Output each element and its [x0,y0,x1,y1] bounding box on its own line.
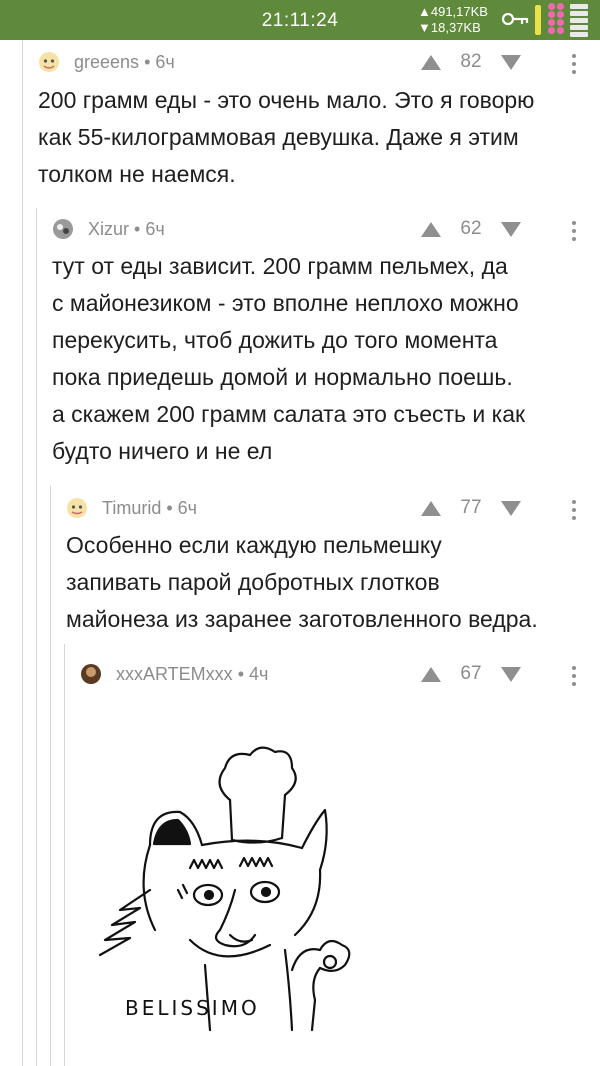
comment-header: Timurid • 6ч [66,494,197,522]
rating-score: 62 [460,218,482,239]
thread-line[interactable] [36,208,37,1066]
comment-text: Особенно если каждую пельмешку запивать … [66,532,538,632]
image-caption: BELISSIMO [125,996,260,1020]
downvote-icon[interactable] [501,500,521,516]
upload-speed: ▲491,17KB [418,4,488,19]
rating-score: 77 [460,497,482,518]
username[interactable]: Timurid [102,498,161,519]
thread-line[interactable] [64,644,65,1066]
upvote-icon[interactable] [421,54,441,70]
username[interactable]: Xizur [88,219,129,240]
battery-indicator-icon [535,5,541,35]
comment-header: Xizur • 6ч [52,215,165,243]
vote-controls: 62 [421,215,521,243]
comment-text: тут от еды зависит. 200 грамм пельмех, д… [52,253,526,464]
downvote-icon[interactable] [501,666,521,682]
vote-controls: 77 [421,494,521,522]
vote-controls: 67 [421,660,521,688]
downvote-icon[interactable] [501,54,521,70]
comment-time: • 6ч [144,51,175,72]
comment-text: 200 грамм еды - это очень мало. Это я го… [38,87,535,187]
more-options-icon[interactable] [572,500,576,520]
vote-controls: 82 [421,48,521,76]
comment-image[interactable]: BELISSIMO [80,740,440,1040]
avatar[interactable] [66,497,88,519]
network-speed: ▲491,17KB ▼18,37KB [418,4,488,36]
more-options-icon[interactable] [572,666,576,686]
username[interactable]: greeens [74,52,139,73]
rating-score: 82 [460,51,482,72]
more-options-icon[interactable] [572,221,576,241]
more-options-icon[interactable] [572,54,576,74]
downvote-icon[interactable] [501,221,521,237]
signal-bars-icon [570,4,588,39]
comment-time: • 4ч [237,663,269,684]
comment-header: greeens • 6ч [38,48,175,76]
avatar[interactable] [38,51,60,73]
upvote-icon[interactable] [421,221,441,237]
comment-time: • 6ч [134,218,165,239]
avatar[interactable] [80,663,102,685]
rating-score: 67 [460,663,482,684]
thread-line[interactable] [50,486,51,1066]
avatar[interactable] [52,218,74,240]
username[interactable]: xxxARTEMxxx [116,664,233,685]
notification-dots-icon [548,3,566,35]
vpn-key-icon [502,12,529,26]
upvote-icon[interactable] [421,666,441,682]
status-bar: 21:11:24 ▲491,17KB ▼18,37KB [0,0,600,40]
download-speed: ▼18,37KB [418,20,481,35]
thread-line[interactable] [22,40,23,1066]
comment-time: • 6ч [166,497,198,518]
comment-header: xxxARTEMxxx • 4ч [80,660,268,688]
upvote-icon[interactable] [421,500,441,516]
